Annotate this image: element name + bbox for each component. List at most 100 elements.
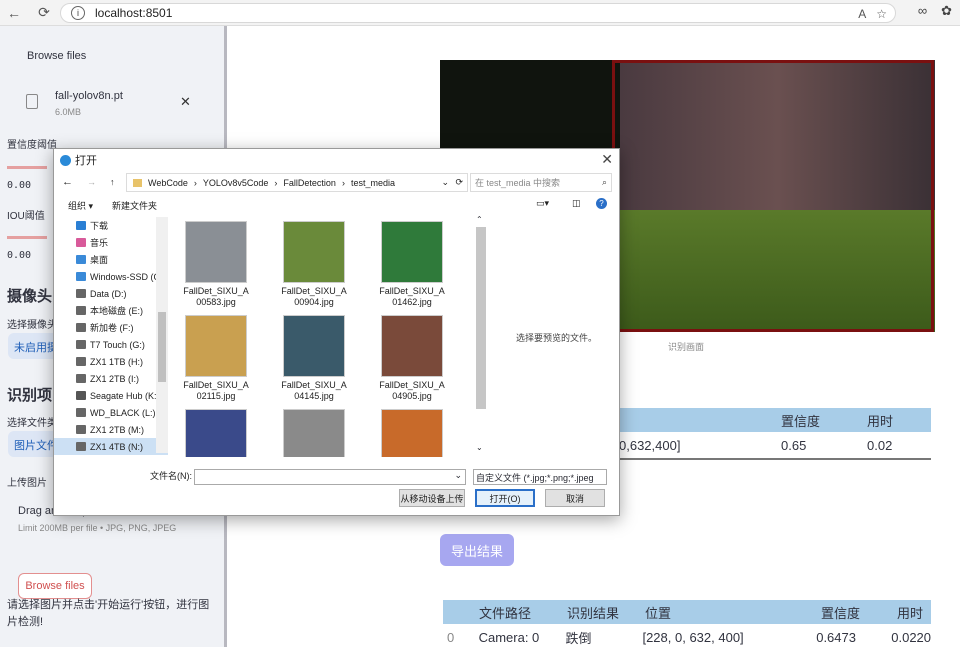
open-button[interactable]: 打开(O)	[475, 489, 535, 507]
header-result: 识别结果	[567, 605, 620, 621]
filename-input[interactable]: ⌄	[194, 469, 466, 485]
file-thumbnail[interactable]	[372, 409, 452, 457]
upload-limit-text: Limit 200MB per file • JPG, PNG, JPEG	[18, 523, 177, 533]
address-bar[interactable]: i localhost:8501 A ☆	[60, 3, 896, 23]
forward-icon[interactable]: →	[87, 177, 96, 187]
scroll-up-icon[interactable]: ⌃	[476, 215, 483, 224]
upload-from-mobile-button[interactable]: 从移动设备上传	[399, 489, 465, 507]
file-thumbnail[interactable]: FallDet_SIXU_A 01462.jpg	[372, 221, 452, 308]
close-icon[interactable]: ✕	[601, 151, 613, 168]
drive-icon	[76, 340, 86, 349]
preview-pane-icon[interactable]: ◫	[572, 198, 581, 209]
chevron-down-icon[interactable]: ⌄	[454, 470, 462, 481]
thumbnail-image	[185, 409, 247, 457]
thumbnail-image	[381, 221, 443, 283]
cell-index: 0	[447, 629, 455, 645]
header-time: 用时	[897, 605, 924, 621]
tree-item-label: 桌面	[90, 255, 109, 265]
header-confidence: 置信度	[781, 413, 821, 429]
sidebar-item-drive[interactable]: WD_BLACK (L:)	[54, 404, 168, 421]
search-input[interactable]: 在 test_media 中搜索 ⌕	[470, 173, 612, 192]
drive-icon	[76, 238, 86, 247]
sidebar-item-drive[interactable]: Seagate Hub (K:	[54, 387, 168, 404]
browse-files-link[interactable]: Browse files	[27, 50, 86, 62]
tree-scroll-thumb[interactable]	[158, 312, 166, 382]
drive-icon	[76, 374, 86, 383]
sidebar-item-drive[interactable]: 本地磁盘 (E:)	[54, 302, 168, 319]
favorite-icon[interactable]: ☆	[876, 7, 887, 21]
sidebar-item-drive[interactable]: T7 Touch (G:)	[54, 336, 168, 353]
sidebar-item-drive[interactable]: ZX1 1TB (H:)	[54, 353, 168, 370]
sidebar-item-drive[interactable]: 桌面	[54, 251, 168, 268]
tree-item-label: ZX1 1TB (H:)	[90, 356, 144, 367]
file-thumbnail[interactable]: FallDet_SIXU_A 02115.jpg	[176, 315, 256, 402]
sidebar-item-drive[interactable]: 音乐	[54, 234, 168, 251]
file-name: FallDet_SIXU_A	[183, 286, 249, 296]
breadcrumb[interactable]: WebCode › YOLOv8v5Code › FallDetection › te…	[126, 173, 468, 192]
sidebar-item-drive[interactable]: ZX1 4TB (N:)	[54, 438, 168, 455]
file-type-label: 选择文件类	[7, 418, 57, 429]
tree-item-label: ZX1 2TB (I:)	[90, 373, 140, 384]
up-icon[interactable]: ↑	[110, 177, 115, 187]
cancel-button[interactable]: 取消	[545, 489, 605, 507]
iou-value: 0.00	[7, 250, 32, 261]
browse-files-button[interactable]: Browse files	[18, 573, 92, 599]
cell-confidence: 0.6473	[816, 629, 856, 645]
thumbnail-image	[381, 315, 443, 377]
scroll-down-icon[interactable]: ⌄	[476, 443, 483, 452]
sidebar-item-drive[interactable]: 下载	[54, 217, 168, 234]
file-grid-scrollbar[interactable]: ⌃ ⌄	[475, 215, 487, 457]
back-icon[interactable]: ←	[4, 3, 24, 23]
sidebar-item-drive[interactable]: ZX1 2TB (M:)	[54, 421, 168, 438]
hint-text: 请选择图片并点击'开始运行'按钮，进行图片检测!	[7, 599, 210, 628]
breadcrumb-item[interactable]: WebCode	[148, 178, 188, 188]
file-grid-scroll-thumb[interactable]	[476, 227, 486, 409]
table-row[interactable]: 0 Camera: 0 跌倒 [228, 0, 632, 400] 0.6473…	[443, 624, 931, 650]
preview-placeholder: 选择要预览的文件。	[516, 333, 598, 343]
refresh-icon[interactable]: ⟳	[455, 177, 463, 188]
file-thumbnail[interactable]: FallDet_SIXU_A 00583.jpg	[176, 221, 256, 308]
breadcrumb-item[interactable]: YOLOv8v5Code	[203, 178, 269, 188]
file-thumbnail[interactable]	[274, 409, 354, 457]
sidebar-item-drive[interactable]: Windows-SSD (C	[54, 268, 168, 285]
drive-icon	[76, 442, 86, 451]
remove-file-icon[interactable]: ✕	[180, 94, 191, 110]
table-row[interactable]: 0,632,400] 0.65 0.02	[613, 432, 931, 460]
file-icon	[26, 94, 38, 109]
file-type-filter[interactable]: 自定义文件 (*.jpg;*.png;*.jpeg	[473, 469, 607, 485]
chevron-down-icon[interactable]: ⌄	[441, 177, 449, 188]
help-icon[interactable]: ?	[596, 198, 607, 209]
thumbnail-image	[283, 315, 345, 377]
file-thumbnail[interactable]: FallDet_SIXU_A 04905.jpg	[372, 315, 452, 402]
file-name: 04145.jpg	[294, 391, 334, 401]
conf-slider[interactable]	[7, 166, 47, 169]
sidebar-item-drive[interactable]: 新加卷 (F:)	[54, 319, 168, 336]
file-thumbnail[interactable]: FallDet_SIXU_A 04145.jpg	[274, 315, 354, 402]
file-name: 01462.jpg	[392, 297, 432, 307]
breadcrumb-item[interactable]: test_media	[351, 178, 395, 188]
drive-icon	[76, 255, 86, 264]
drive-icon	[76, 357, 86, 366]
breadcrumb-item[interactable]: FallDetection	[283, 178, 336, 188]
export-results-button[interactable]: 导出结果	[440, 534, 514, 566]
extensions-icon[interactable]: ∞	[918, 3, 927, 19]
tree-item-label: Seagate Hub (K:	[90, 390, 157, 401]
organize-menu[interactable]: 组织 ▾	[68, 199, 93, 212]
reload-icon[interactable]: ⟳	[34, 3, 54, 23]
read-aloud-icon[interactable]: A	[858, 7, 866, 21]
sidebar-item-drive[interactable]: Data (D:)	[54, 285, 168, 302]
back-icon[interactable]: ←	[62, 176, 73, 188]
detection-bounding-box	[612, 60, 934, 332]
tree-scrollbar[interactable]	[156, 217, 168, 453]
file-name: 00904.jpg	[294, 297, 334, 307]
filename-label: 文件名(N):	[150, 471, 192, 481]
drive-icon	[76, 272, 86, 281]
iou-slider[interactable]	[7, 236, 47, 239]
info-icon[interactable]: i	[71, 6, 85, 20]
file-thumbnail[interactable]	[176, 409, 256, 457]
copilot-icon[interactable]: ✿	[941, 3, 952, 19]
file-thumbnail[interactable]: FallDet_SIXU_A 00904.jpg	[274, 221, 354, 308]
view-menu-icon[interactable]: ▭▾	[536, 198, 549, 209]
sidebar-item-drive[interactable]: ZX1 2TB (I:)	[54, 370, 168, 387]
new-folder-button[interactable]: 新建文件夹	[112, 199, 157, 212]
